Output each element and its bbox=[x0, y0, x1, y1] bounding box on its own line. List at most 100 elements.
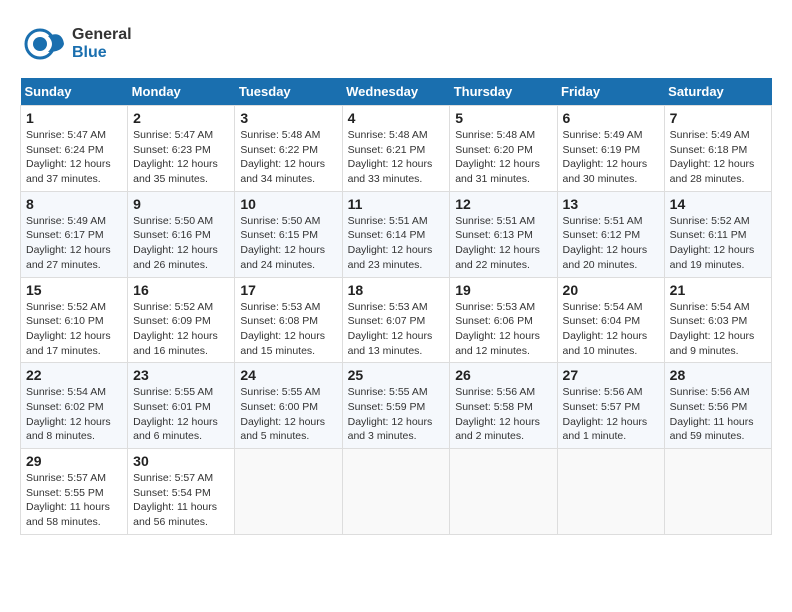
logo: General Blue bbox=[20, 20, 132, 68]
cell-info: Sunrise: 5:53 AMSunset: 6:07 PMDaylight:… bbox=[348, 301, 433, 357]
calendar-cell: 12 Sunrise: 5:51 AMSunset: 6:13 PMDaylig… bbox=[450, 191, 557, 277]
cell-info: Sunrise: 5:47 AMSunset: 6:24 PMDaylight:… bbox=[26, 129, 111, 185]
cell-info: Sunrise: 5:49 AMSunset: 6:18 PMDaylight:… bbox=[670, 129, 755, 185]
cell-info: Sunrise: 5:55 AMSunset: 6:01 PMDaylight:… bbox=[133, 386, 218, 442]
cell-info: Sunrise: 5:54 AMSunset: 6:02 PMDaylight:… bbox=[26, 386, 111, 442]
day-number: 28 bbox=[670, 367, 766, 383]
day-number: 6 bbox=[563, 110, 659, 126]
day-number: 18 bbox=[348, 282, 445, 298]
day-number: 26 bbox=[455, 367, 551, 383]
cell-info: Sunrise: 5:53 AMSunset: 6:06 PMDaylight:… bbox=[455, 301, 540, 357]
calendar-cell: 3 Sunrise: 5:48 AMSunset: 6:22 PMDayligh… bbox=[235, 106, 342, 192]
calendar-cell: 14 Sunrise: 5:52 AMSunset: 6:11 PMDaylig… bbox=[664, 191, 771, 277]
calendar-cell: 29 Sunrise: 5:57 AMSunset: 5:55 PMDaylig… bbox=[21, 449, 128, 535]
cell-info: Sunrise: 5:57 AMSunset: 5:55 PMDaylight:… bbox=[26, 472, 110, 528]
day-number: 15 bbox=[26, 282, 122, 298]
cell-info: Sunrise: 5:57 AMSunset: 5:54 PMDaylight:… bbox=[133, 472, 217, 528]
page-header: General Blue bbox=[20, 20, 772, 68]
cell-info: Sunrise: 5:48 AMSunset: 6:22 PMDaylight:… bbox=[240, 129, 325, 185]
day-number: 24 bbox=[240, 367, 336, 383]
day-number: 13 bbox=[563, 196, 659, 212]
day-number: 25 bbox=[348, 367, 445, 383]
calendar-cell: 6 Sunrise: 5:49 AMSunset: 6:19 PMDayligh… bbox=[557, 106, 664, 192]
cell-info: Sunrise: 5:49 AMSunset: 6:19 PMDaylight:… bbox=[563, 129, 648, 185]
calendar-cell bbox=[557, 449, 664, 535]
cell-info: Sunrise: 5:51 AMSunset: 6:13 PMDaylight:… bbox=[455, 215, 540, 271]
calendar-cell: 23 Sunrise: 5:55 AMSunset: 6:01 PMDaylig… bbox=[128, 363, 235, 449]
calendar-cell bbox=[664, 449, 771, 535]
calendar-table: SundayMondayTuesdayWednesdayThursdayFrid… bbox=[20, 78, 772, 535]
day-number: 5 bbox=[455, 110, 551, 126]
calendar-cell: 7 Sunrise: 5:49 AMSunset: 6:18 PMDayligh… bbox=[664, 106, 771, 192]
column-header-tuesday: Tuesday bbox=[235, 78, 342, 106]
calendar-cell bbox=[235, 449, 342, 535]
calendar-cell: 15 Sunrise: 5:52 AMSunset: 6:10 PMDaylig… bbox=[21, 277, 128, 363]
day-number: 21 bbox=[670, 282, 766, 298]
cell-info: Sunrise: 5:54 AMSunset: 6:04 PMDaylight:… bbox=[563, 301, 648, 357]
calendar-cell: 13 Sunrise: 5:51 AMSunset: 6:12 PMDaylig… bbox=[557, 191, 664, 277]
day-number: 2 bbox=[133, 110, 229, 126]
cell-info: Sunrise: 5:55 AMSunset: 5:59 PMDaylight:… bbox=[348, 386, 433, 442]
calendar-cell: 24 Sunrise: 5:55 AMSunset: 6:00 PMDaylig… bbox=[235, 363, 342, 449]
cell-info: Sunrise: 5:48 AMSunset: 6:21 PMDaylight:… bbox=[348, 129, 433, 185]
logo-general: General bbox=[72, 26, 132, 44]
day-number: 9 bbox=[133, 196, 229, 212]
cell-info: Sunrise: 5:50 AMSunset: 6:15 PMDaylight:… bbox=[240, 215, 325, 271]
column-header-friday: Friday bbox=[557, 78, 664, 106]
calendar-cell: 10 Sunrise: 5:50 AMSunset: 6:15 PMDaylig… bbox=[235, 191, 342, 277]
cell-info: Sunrise: 5:49 AMSunset: 6:17 PMDaylight:… bbox=[26, 215, 111, 271]
calendar-cell: 20 Sunrise: 5:54 AMSunset: 6:04 PMDaylig… bbox=[557, 277, 664, 363]
calendar-cell: 19 Sunrise: 5:53 AMSunset: 6:06 PMDaylig… bbox=[450, 277, 557, 363]
calendar-cell: 5 Sunrise: 5:48 AMSunset: 6:20 PMDayligh… bbox=[450, 106, 557, 192]
day-number: 4 bbox=[348, 110, 445, 126]
day-number: 1 bbox=[26, 110, 122, 126]
calendar-cell bbox=[342, 449, 450, 535]
calendar-cell: 26 Sunrise: 5:56 AMSunset: 5:58 PMDaylig… bbox=[450, 363, 557, 449]
day-number: 14 bbox=[670, 196, 766, 212]
column-header-sunday: Sunday bbox=[21, 78, 128, 106]
column-header-monday: Monday bbox=[128, 78, 235, 106]
calendar-cell bbox=[450, 449, 557, 535]
cell-info: Sunrise: 5:54 AMSunset: 6:03 PMDaylight:… bbox=[670, 301, 755, 357]
calendar-cell: 4 Sunrise: 5:48 AMSunset: 6:21 PMDayligh… bbox=[342, 106, 450, 192]
day-number: 12 bbox=[455, 196, 551, 212]
logo-blue: Blue bbox=[72, 44, 132, 62]
calendar-cell: 2 Sunrise: 5:47 AMSunset: 6:23 PMDayligh… bbox=[128, 106, 235, 192]
calendar-cell: 9 Sunrise: 5:50 AMSunset: 6:16 PMDayligh… bbox=[128, 191, 235, 277]
day-number: 29 bbox=[26, 453, 122, 469]
calendar-cell: 28 Sunrise: 5:56 AMSunset: 5:56 PMDaylig… bbox=[664, 363, 771, 449]
day-number: 19 bbox=[455, 282, 551, 298]
cell-info: Sunrise: 5:56 AMSunset: 5:58 PMDaylight:… bbox=[455, 386, 540, 442]
day-number: 20 bbox=[563, 282, 659, 298]
day-number: 3 bbox=[240, 110, 336, 126]
calendar-cell: 21 Sunrise: 5:54 AMSunset: 6:03 PMDaylig… bbox=[664, 277, 771, 363]
day-number: 22 bbox=[26, 367, 122, 383]
calendar-cell: 18 Sunrise: 5:53 AMSunset: 6:07 PMDaylig… bbox=[342, 277, 450, 363]
cell-info: Sunrise: 5:56 AMSunset: 5:56 PMDaylight:… bbox=[670, 386, 754, 442]
cell-info: Sunrise: 5:47 AMSunset: 6:23 PMDaylight:… bbox=[133, 129, 218, 185]
calendar-cell: 16 Sunrise: 5:52 AMSunset: 6:09 PMDaylig… bbox=[128, 277, 235, 363]
cell-info: Sunrise: 5:48 AMSunset: 6:20 PMDaylight:… bbox=[455, 129, 540, 185]
day-number: 17 bbox=[240, 282, 336, 298]
calendar-cell: 27 Sunrise: 5:56 AMSunset: 5:57 PMDaylig… bbox=[557, 363, 664, 449]
cell-info: Sunrise: 5:52 AMSunset: 6:11 PMDaylight:… bbox=[670, 215, 755, 271]
cell-info: Sunrise: 5:51 AMSunset: 6:12 PMDaylight:… bbox=[563, 215, 648, 271]
cell-info: Sunrise: 5:52 AMSunset: 6:10 PMDaylight:… bbox=[26, 301, 111, 357]
cell-info: Sunrise: 5:50 AMSunset: 6:16 PMDaylight:… bbox=[133, 215, 218, 271]
day-number: 11 bbox=[348, 196, 445, 212]
day-number: 16 bbox=[133, 282, 229, 298]
cell-info: Sunrise: 5:56 AMSunset: 5:57 PMDaylight:… bbox=[563, 386, 648, 442]
calendar-cell: 30 Sunrise: 5:57 AMSunset: 5:54 PMDaylig… bbox=[128, 449, 235, 535]
cell-info: Sunrise: 5:53 AMSunset: 6:08 PMDaylight:… bbox=[240, 301, 325, 357]
day-number: 8 bbox=[26, 196, 122, 212]
calendar-cell: 25 Sunrise: 5:55 AMSunset: 5:59 PMDaylig… bbox=[342, 363, 450, 449]
cell-info: Sunrise: 5:55 AMSunset: 6:00 PMDaylight:… bbox=[240, 386, 325, 442]
calendar-cell: 22 Sunrise: 5:54 AMSunset: 6:02 PMDaylig… bbox=[21, 363, 128, 449]
cell-info: Sunrise: 5:52 AMSunset: 6:09 PMDaylight:… bbox=[133, 301, 218, 357]
column-header-thursday: Thursday bbox=[450, 78, 557, 106]
day-number: 23 bbox=[133, 367, 229, 383]
cell-info: Sunrise: 5:51 AMSunset: 6:14 PMDaylight:… bbox=[348, 215, 433, 271]
column-header-saturday: Saturday bbox=[664, 78, 771, 106]
calendar-cell: 11 Sunrise: 5:51 AMSunset: 6:14 PMDaylig… bbox=[342, 191, 450, 277]
day-number: 30 bbox=[133, 453, 229, 469]
